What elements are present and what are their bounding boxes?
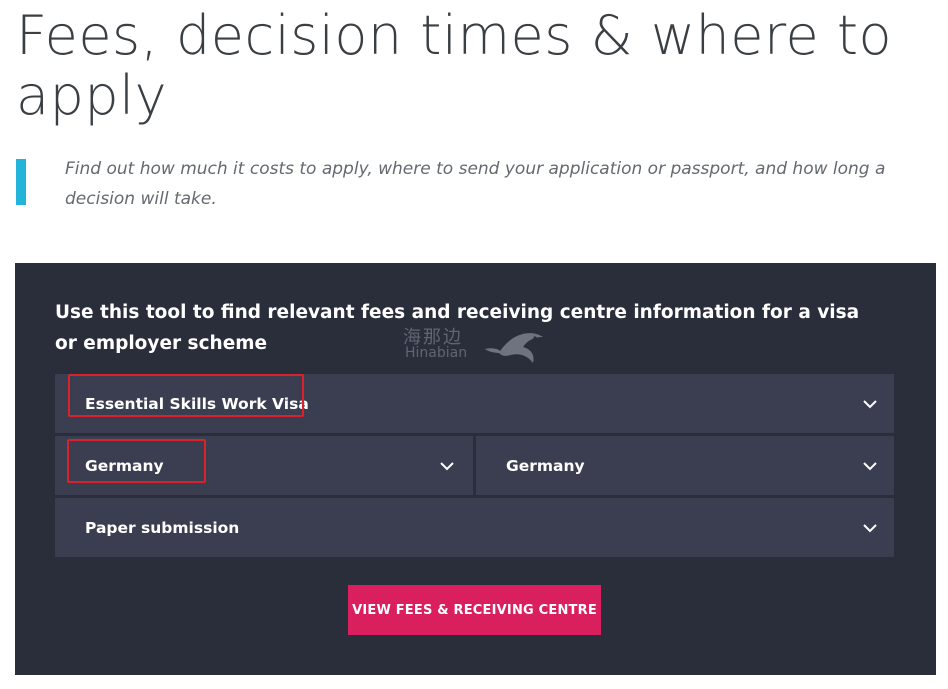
submission-method-value: Paper submission	[85, 518, 240, 537]
country-select-2[interactable]: Germany	[476, 436, 894, 495]
country-1-value: Germany	[85, 456, 164, 475]
chevron-down-icon	[863, 399, 877, 408]
chevron-down-icon	[863, 461, 877, 470]
intro-text: Find out how much it costs to apply, whe…	[65, 159, 886, 209]
visa-type-value: Essential Skills Work Visa	[85, 394, 309, 413]
page-title: Fees, decision times & where to apply	[16, 4, 893, 127]
view-fees-button[interactable]: VIEW FEES & RECEIVING CENTRE	[348, 585, 601, 635]
intro-accent-bar	[16, 159, 26, 205]
submission-method-select[interactable]: Paper submission	[55, 498, 894, 557]
chevron-down-icon	[863, 523, 877, 532]
country-2-value: Germany	[506, 456, 585, 475]
fees-tool-panel: Use this tool to find relevant fees and …	[15, 263, 936, 675]
visa-type-select[interactable]: Essential Skills Work Visa	[55, 374, 894, 433]
chevron-down-icon	[440, 461, 454, 470]
country-select-1[interactable]: Germany	[55, 436, 473, 495]
page: Fees, decision times & where to apply Fi…	[0, 0, 948, 689]
tool-heading: Use this tool to find relevant fees and …	[55, 302, 860, 354]
